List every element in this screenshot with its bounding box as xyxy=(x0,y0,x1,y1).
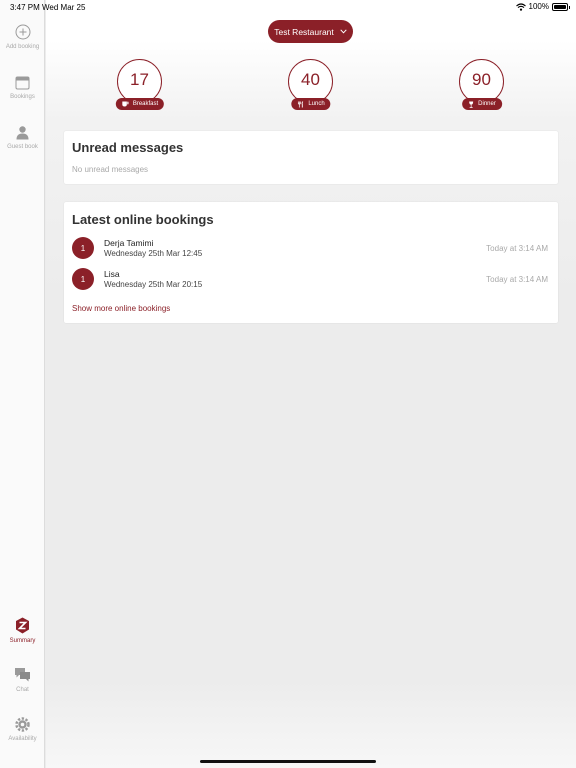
cup-icon xyxy=(122,101,129,107)
restaurant-selector[interactable]: Test Restaurant xyxy=(268,20,353,43)
nav-label: Availability xyxy=(8,736,37,742)
battery-icon xyxy=(552,2,570,11)
nav-chat[interactable]: Chat xyxy=(0,667,45,693)
nav-bookings[interactable]: Bookings xyxy=(0,75,45,100)
meal-pill: Lunch xyxy=(291,98,331,110)
nav-label: Chat xyxy=(16,687,29,693)
show-more-bookings-link[interactable]: Show more online bookings xyxy=(72,304,170,313)
chat-icon xyxy=(15,668,30,682)
meal-pill: Breakfast xyxy=(115,98,165,110)
booking-row[interactable]: 1 Lisa Wednesday 25th Mar 20:15 Today at… xyxy=(72,267,550,293)
created-timestamp: Today at 3:14 AM xyxy=(486,275,548,284)
nav-label: Bookings xyxy=(10,94,35,100)
summary-logo-icon xyxy=(16,617,29,634)
nav-label: Guest book xyxy=(7,144,38,150)
card-title: Unread messages xyxy=(72,140,184,155)
sidebar: Add booking Bookings Guest book Summary … xyxy=(0,0,45,768)
home-indicator[interactable] xyxy=(200,760,376,763)
add-circle-icon xyxy=(15,24,30,40)
nav-summary[interactable]: Summary xyxy=(0,617,45,644)
meal-breakfast[interactable]: 17 Breakfast xyxy=(115,58,165,112)
meal-lunch[interactable]: 40 Lunch xyxy=(287,58,335,112)
status-time: 3:47 PM xyxy=(10,3,40,12)
wine-glass-icon xyxy=(469,101,474,108)
booking-datetime: Wednesday 25th Mar 20:15 xyxy=(104,280,203,289)
meal-dinner[interactable]: 90 Dinner xyxy=(458,58,506,112)
status-bar: 3:47 PM Wed Mar 25 100% xyxy=(0,0,576,14)
created-timestamp: Today at 3:14 AM xyxy=(486,244,548,253)
meal-label: Breakfast xyxy=(132,101,159,107)
nav-guest-book[interactable]: Guest book xyxy=(0,125,45,150)
main-content: Test Restaurant 17 Breakfast 40 Lunch 90 xyxy=(46,0,576,768)
empty-state-text: No unread messages xyxy=(72,165,149,174)
meal-pill: Dinner xyxy=(462,98,502,110)
meal-label: Dinner xyxy=(478,101,496,107)
restaurant-name: Test Restaurant xyxy=(274,26,334,37)
chevron-down-icon xyxy=(340,29,347,34)
nav-label: Add booking xyxy=(5,44,40,50)
wifi-icon xyxy=(515,2,526,11)
meal-label: Lunch xyxy=(308,101,325,107)
latest-bookings-card: Latest online bookings 1 Derja Tamimi We… xyxy=(64,202,558,323)
unread-messages-card: Unread messages No unread messages xyxy=(64,131,558,184)
fork-knife-icon xyxy=(297,100,304,107)
status-indicators: 100% xyxy=(515,2,570,11)
guest-count-badge: 1 xyxy=(72,268,94,290)
guest-name: Lisa xyxy=(104,269,120,279)
booking-datetime: Wednesday 25th Mar 12:45 xyxy=(104,249,203,258)
nav-label: Summary xyxy=(9,638,36,644)
nav-availability[interactable]: Availability xyxy=(0,717,45,742)
person-icon xyxy=(16,126,29,140)
calendar-icon xyxy=(15,76,30,90)
status-date: Wed Mar 25 xyxy=(42,3,86,12)
nav-add-booking[interactable]: Add booking xyxy=(0,24,45,50)
gear-icon xyxy=(15,717,30,732)
guest-count-badge: 1 xyxy=(72,237,94,259)
booking-row[interactable]: 1 Derja Tamimi Wednesday 25th Mar 12:45 … xyxy=(72,236,550,262)
card-title: Latest online bookings xyxy=(72,212,214,227)
guest-name: Derja Tamimi xyxy=(104,238,154,248)
battery-percent: 100% xyxy=(528,2,549,11)
